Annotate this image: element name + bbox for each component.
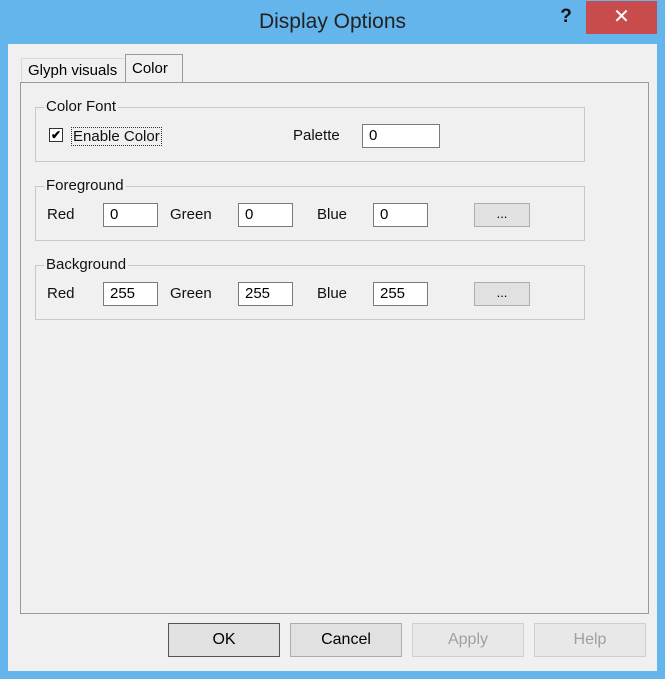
color-tab-panel: Color Font ✔ Enable Color Palette 0 Fore…: [20, 82, 649, 614]
bg-blue-label: Blue: [317, 285, 348, 302]
apply-button[interactable]: Apply: [412, 623, 524, 657]
tab-glyph-visuals[interactable]: Glyph visuals: [21, 58, 127, 82]
background-group: Background Red 255 Green 255 Blue 255 ..…: [35, 257, 585, 320]
dialog-window: Display Options ? ✕ Glyph visuals Color …: [0, 0, 665, 679]
bg-red-input[interactable]: 255: [103, 282, 158, 306]
help-icon[interactable]: ?: [553, 4, 579, 30]
fg-red-label: Red: [47, 206, 75, 223]
fg-blue-label: Blue: [317, 206, 348, 223]
ok-button[interactable]: OK: [168, 623, 280, 657]
cancel-button[interactable]: Cancel: [290, 623, 402, 657]
bg-green-input[interactable]: 255: [238, 282, 293, 306]
color-font-title: Color Font: [44, 98, 119, 115]
enable-color-label[interactable]: Enable Color: [71, 127, 162, 146]
fg-color-picker-button[interactable]: ...: [474, 203, 530, 227]
foreground-group: Foreground Red 0 Green 0 Blue 0 ...: [35, 178, 585, 241]
enable-color-checkbox[interactable]: ✔: [49, 128, 63, 142]
color-font-group: Color Font ✔ Enable Color Palette 0: [35, 99, 585, 162]
title-bar: Display Options ? ✕: [0, 0, 665, 44]
bg-blue-input[interactable]: 255: [373, 282, 428, 306]
bg-red-label: Red: [47, 285, 75, 302]
close-button[interactable]: ✕: [586, 1, 657, 34]
fg-red-input[interactable]: 0: [103, 203, 158, 227]
fg-blue-input[interactable]: 0: [373, 203, 428, 227]
tab-color[interactable]: Color: [125, 54, 183, 83]
fg-green-label: Green: [170, 206, 212, 223]
palette-label: Palette: [293, 127, 340, 144]
foreground-title: Foreground: [44, 177, 126, 194]
bg-color-picker-button[interactable]: ...: [474, 282, 530, 306]
bg-green-label: Green: [170, 285, 212, 302]
background-title: Background: [44, 256, 129, 273]
dialog-client: Glyph visuals Color Color Font ✔ Enable …: [8, 44, 657, 671]
help-button[interactable]: Help: [534, 623, 646, 657]
palette-input[interactable]: 0: [362, 124, 440, 148]
fg-green-input[interactable]: 0: [238, 203, 293, 227]
